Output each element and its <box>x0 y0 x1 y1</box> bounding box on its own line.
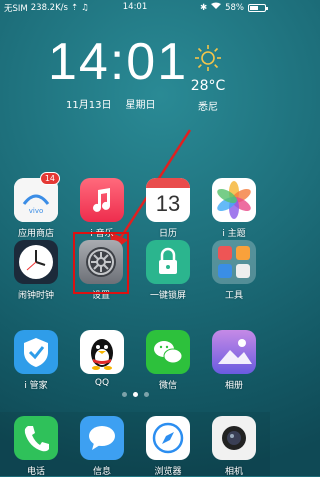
app-label: i 主题 <box>222 229 246 239</box>
app-label: 日历 <box>158 229 177 239</box>
messages-icon <box>80 416 124 460</box>
app-gallery[interactable]: 相册 <box>208 330 260 391</box>
app-label: 浏览器 <box>154 467 182 477</box>
calendar-day: 13 <box>155 191 181 216</box>
app-calendar[interactable]: 13 日历 <box>142 178 194 239</box>
dock-messages[interactable]: 信息 <box>76 416 128 477</box>
app-label: 电话 <box>26 467 45 477</box>
app-label: 相册 <box>224 381 243 391</box>
dock-browser[interactable]: 浏览器 <box>142 416 194 477</box>
notification-badge: 14 <box>39 172 60 185</box>
qq-penguin-icon <box>80 330 124 374</box>
dock-phone[interactable]: 电话 <box>10 416 62 477</box>
app-i-manager[interactable]: i 管家 <box>10 330 62 391</box>
app-tools-folder[interactable]: 工具 <box>208 240 260 301</box>
app-label: i 管家 <box>24 381 48 391</box>
app-label: 信息 <box>92 467 111 477</box>
gallery-icon <box>212 330 256 374</box>
dock-camera[interactable]: 相机 <box>208 416 260 477</box>
app-label: 应用商店 <box>17 229 54 239</box>
app-theme[interactable]: i 主题 <box>208 178 260 239</box>
app-label: 工具 <box>224 291 243 301</box>
app-wechat[interactable]: 微信 <box>142 330 194 391</box>
shield-icon <box>14 330 58 374</box>
music-icon <box>80 178 124 222</box>
app-label: QQ <box>94 378 110 388</box>
app-lock-screen[interactable]: 一键锁屏 <box>142 240 194 301</box>
app-store-icon: vivo 14 <box>14 172 60 222</box>
page-dot-active[interactable] <box>132 392 138 397</box>
page-indicator[interactable] <box>0 392 270 397</box>
app-label: 微信 <box>158 381 177 391</box>
app-label: 相机 <box>224 467 243 477</box>
settings-highlight-box <box>73 232 129 294</box>
app-label: 一键锁屏 <box>149 291 186 301</box>
theme-icon <box>212 178 256 222</box>
clock-icon <box>14 240 58 284</box>
app-qq[interactable]: QQ <box>76 330 128 388</box>
tools-folder-icon <box>212 240 256 284</box>
wechat-icon <box>146 330 190 374</box>
page-dot[interactable] <box>121 392 127 397</box>
phone-icon <box>14 416 58 460</box>
app-label: 闹钟时钟 <box>17 291 54 301</box>
calendar-icon: 13 <box>146 178 190 222</box>
browser-icon <box>146 416 190 460</box>
app-clock[interactable]: 闹钟时钟 <box>10 240 62 301</box>
page-dot[interactable] <box>143 392 149 397</box>
camera-icon <box>212 416 256 460</box>
lock-icon <box>146 240 190 284</box>
svg-text:vivo: vivo <box>29 207 44 215</box>
app-music[interactable]: i 音乐 <box>76 178 128 239</box>
app-app-store[interactable]: vivo 14 应用商店 <box>10 172 62 239</box>
